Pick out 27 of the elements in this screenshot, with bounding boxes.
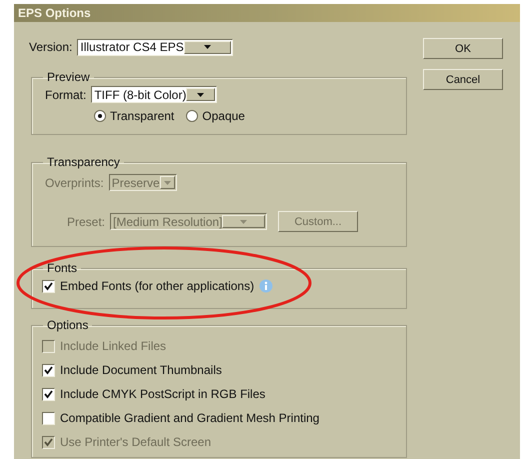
version-label: Version: [29,40,72,54]
checkbox[interactable] [42,364,55,376]
checkbox-label: Include CMYK PostScript in RGB Files [60,387,266,401]
checkbox-label: Use Printer's Default Screen [60,435,212,449]
overprints-label: Overprints: [45,176,104,190]
preset-label: Preset: [67,214,106,228]
group-title: Transparency [46,155,121,169]
radio-label: Transparent [110,109,174,123]
checkbox[interactable] [42,280,55,292]
checkbox-label: Include Document Thumbnails [60,363,222,377]
checkbox[interactable] [42,412,55,424]
version-dropdown[interactable]: Illustrator CS4 EPS [77,38,234,56]
group-title: Preview [46,70,91,84]
radio-button[interactable] [94,110,106,122]
group-title: Fonts [46,261,78,275]
group-title: Options [46,318,90,332]
radio-label: Opaque [202,109,245,123]
window-title: EPS Options [14,4,520,22]
radio-button[interactable] [186,110,198,122]
checkbox-label: Compatible Gradient and Gradient Mesh Printing [60,411,320,425]
dialog-button[interactable]: OK [423,38,503,59]
format-dropdown[interactable]: TIFF (8-bit Color) [91,86,218,103]
format-label: Format: [45,88,86,102]
dialog-button[interactable]: Cancel [423,69,503,90]
checkbox-label: Include Linked Files [60,339,166,353]
checkbox-label: Embed Fonts (for other applications) [60,279,254,293]
checkbox[interactable] [42,388,55,400]
